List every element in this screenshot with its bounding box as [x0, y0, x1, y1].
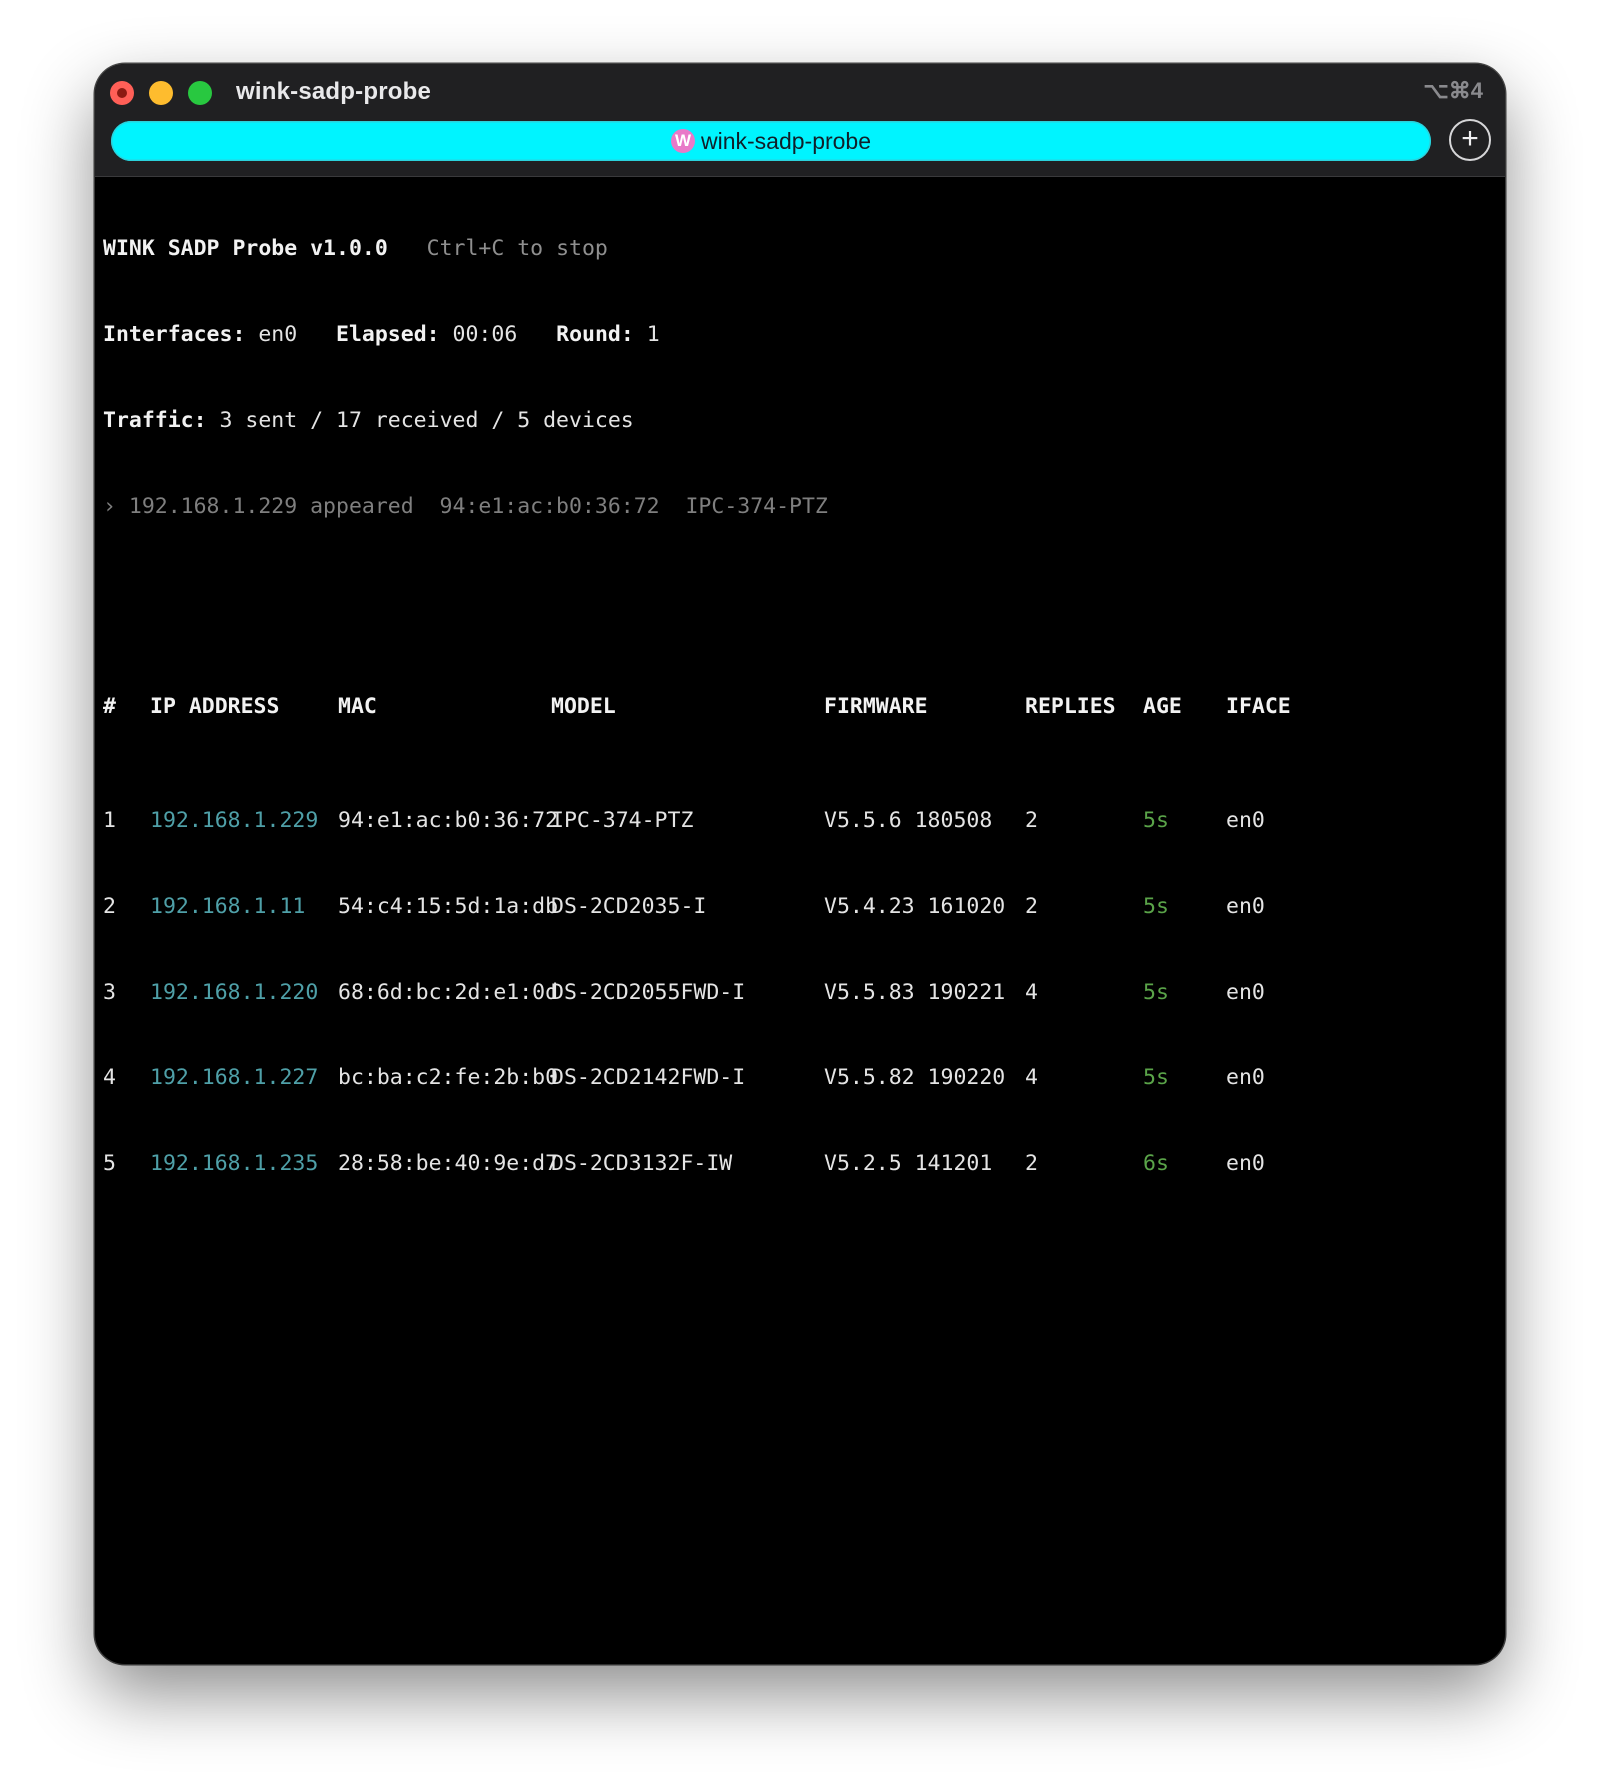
status-header-line: WINK SADP Probe v1.0.0 Ctrl+C to stop — [103, 235, 828, 264]
close-window-button[interactable] — [110, 81, 134, 105]
cell-index: 1 — [103, 808, 116, 834]
interfaces-label: Interfaces: — [103, 321, 246, 347]
traffic-value: 3 sent / 17 received / 5 devices — [219, 407, 634, 433]
cell-ip-address: 192.168.1.227 — [150, 1065, 319, 1091]
cell-replies: 4 — [1025, 1065, 1038, 1091]
cell-firmware: V5.5.82 190220 — [824, 1065, 1006, 1091]
table-row: 2 192.168.1.11 54:c4:15:5d:1a:db DS-2CD2… — [103, 893, 1265, 922]
window-title: wink-sadp-probe — [236, 78, 432, 105]
table-row: 1 192.168.1.229 94:e1:ac:b0:36:72 IPC-37… — [103, 807, 1265, 836]
terminal-window: wink-sadp-probe ⌥⌘4 W wink-sadp-probe + … — [95, 64, 1505, 1664]
cell-age: 5s — [1143, 808, 1169, 834]
cell-model: IPC-374-PTZ — [551, 808, 694, 834]
minimize-window-button[interactable] — [149, 81, 173, 105]
cell-firmware: V5.4.23 161020 — [824, 893, 1006, 919]
terminal-output[interactable]: WINK SADP Probe v1.0.0 Ctrl+C to stop In… — [103, 178, 1291, 1236]
table-header: # IP ADDRESS MAC MODEL FIRMWARE REPLIES … — [103, 693, 1291, 722]
stop-hint: Ctrl+C to stop — [426, 236, 608, 262]
status-interfaces-line: Interfaces: en0 Elapsed: 00:06 Round: 1 — [103, 321, 828, 350]
header-firmware: FIRMWARE — [824, 693, 928, 719]
elapsed-label: Elapsed: — [336, 321, 440, 347]
round-label: Round: — [556, 321, 634, 347]
cell-age: 5s — [1143, 979, 1169, 1005]
window-shortcut: ⌥⌘4 — [1423, 78, 1483, 103]
cell-model: DS-2CD3132F-IW — [551, 1151, 733, 1177]
elapsed-value: 00:06 — [452, 321, 518, 347]
cell-index: 4 — [103, 1065, 116, 1091]
cell-ip-address: 192.168.1.229 — [150, 808, 319, 834]
cell-index: 2 — [103, 893, 116, 919]
cell-firmware: V5.5.83 190221 — [824, 979, 1006, 1005]
tab-label: wink-sadp-probe — [700, 127, 872, 154]
app-logo-icon: W — [670, 129, 695, 153]
cell-ip-address: 192.168.1.220 — [150, 979, 319, 1005]
cell-index: 5 — [103, 1151, 116, 1177]
cell-index: 3 — [103, 979, 116, 1005]
cell-firmware: V5.5.6 180508 — [824, 808, 993, 834]
table-row: 5 192.168.1.235 28:58:be:40:9e:d7 DS-2CD… — [103, 1150, 1265, 1179]
status-traffic-line: Traffic: 3 sent / 17 received / 5 device… — [103, 407, 828, 436]
cell-replies: 2 — [1025, 808, 1038, 834]
table-row: 4 192.168.1.227 bc:ba:c2:fe:2b:b0 DS-2CD… — [103, 1064, 1265, 1093]
header-age: AGE — [1143, 693, 1182, 719]
cell-model: DS-2CD2055FWD-I — [551, 979, 746, 1005]
cell-mac: 54:c4:15:5d:1a:db — [338, 893, 559, 919]
cell-mac: 28:58:be:40:9e:d7 — [338, 1151, 559, 1177]
cell-mac: bc:ba:c2:fe:2b:b0 — [338, 1065, 559, 1091]
cell-ip-address: 192.168.1.11 — [150, 893, 306, 919]
cell-mac: 94:e1:ac:b0:36:72 — [338, 808, 559, 834]
header-iface: IFACE — [1226, 693, 1291, 719]
cell-replies: 2 — [1025, 1151, 1038, 1177]
maximize-window-button[interactable] — [188, 81, 212, 105]
header-index: # — [103, 693, 116, 719]
cell-replies: 2 — [1025, 893, 1038, 919]
table-row: 3 192.168.1.220 68:6d:bc:2d:e1:0d DS-2CD… — [103, 979, 1265, 1008]
cell-iface: en0 — [1226, 979, 1265, 1005]
cell-iface: en0 — [1226, 1151, 1265, 1177]
traffic-label: Traffic: — [103, 407, 207, 433]
header-model: MODEL — [551, 693, 616, 719]
cell-age: 5s — [1143, 1065, 1169, 1091]
cell-age: 5s — [1143, 893, 1169, 919]
round-value: 1 — [646, 321, 660, 347]
cell-model: DS-2CD2142FWD-I — [551, 1065, 746, 1091]
tab-wink-sadp-probe[interactable]: W wink-sadp-probe — [111, 121, 1431, 161]
cell-model: DS-2CD2035-I — [551, 893, 707, 919]
cell-iface: en0 — [1226, 1065, 1265, 1091]
cell-firmware: V5.2.5 141201 — [824, 1151, 993, 1177]
cell-iface: en0 — [1226, 808, 1265, 834]
event-line: › 192.168.1.229 appeared 94:e1:ac:b0:36:… — [103, 493, 828, 519]
cell-replies: 4 — [1025, 979, 1038, 1005]
cell-ip-address: 192.168.1.235 — [150, 1151, 319, 1177]
new-tab-button[interactable]: + — [1449, 119, 1491, 161]
cell-age: 6s — [1143, 1151, 1169, 1177]
header-ip-address: IP ADDRESS — [150, 693, 280, 719]
header-replies: REPLIES — [1025, 693, 1116, 719]
header-mac: MAC — [338, 693, 377, 719]
title-bar: wink-sadp-probe ⌥⌘4 W wink-sadp-probe + — [95, 64, 1505, 177]
cell-mac: 68:6d:bc:2d:e1:0d — [338, 979, 559, 1005]
app-name: WINK SADP Probe v1.0.0 — [103, 236, 388, 262]
interfaces-value: en0 — [258, 321, 298, 347]
cell-iface: en0 — [1226, 893, 1265, 919]
